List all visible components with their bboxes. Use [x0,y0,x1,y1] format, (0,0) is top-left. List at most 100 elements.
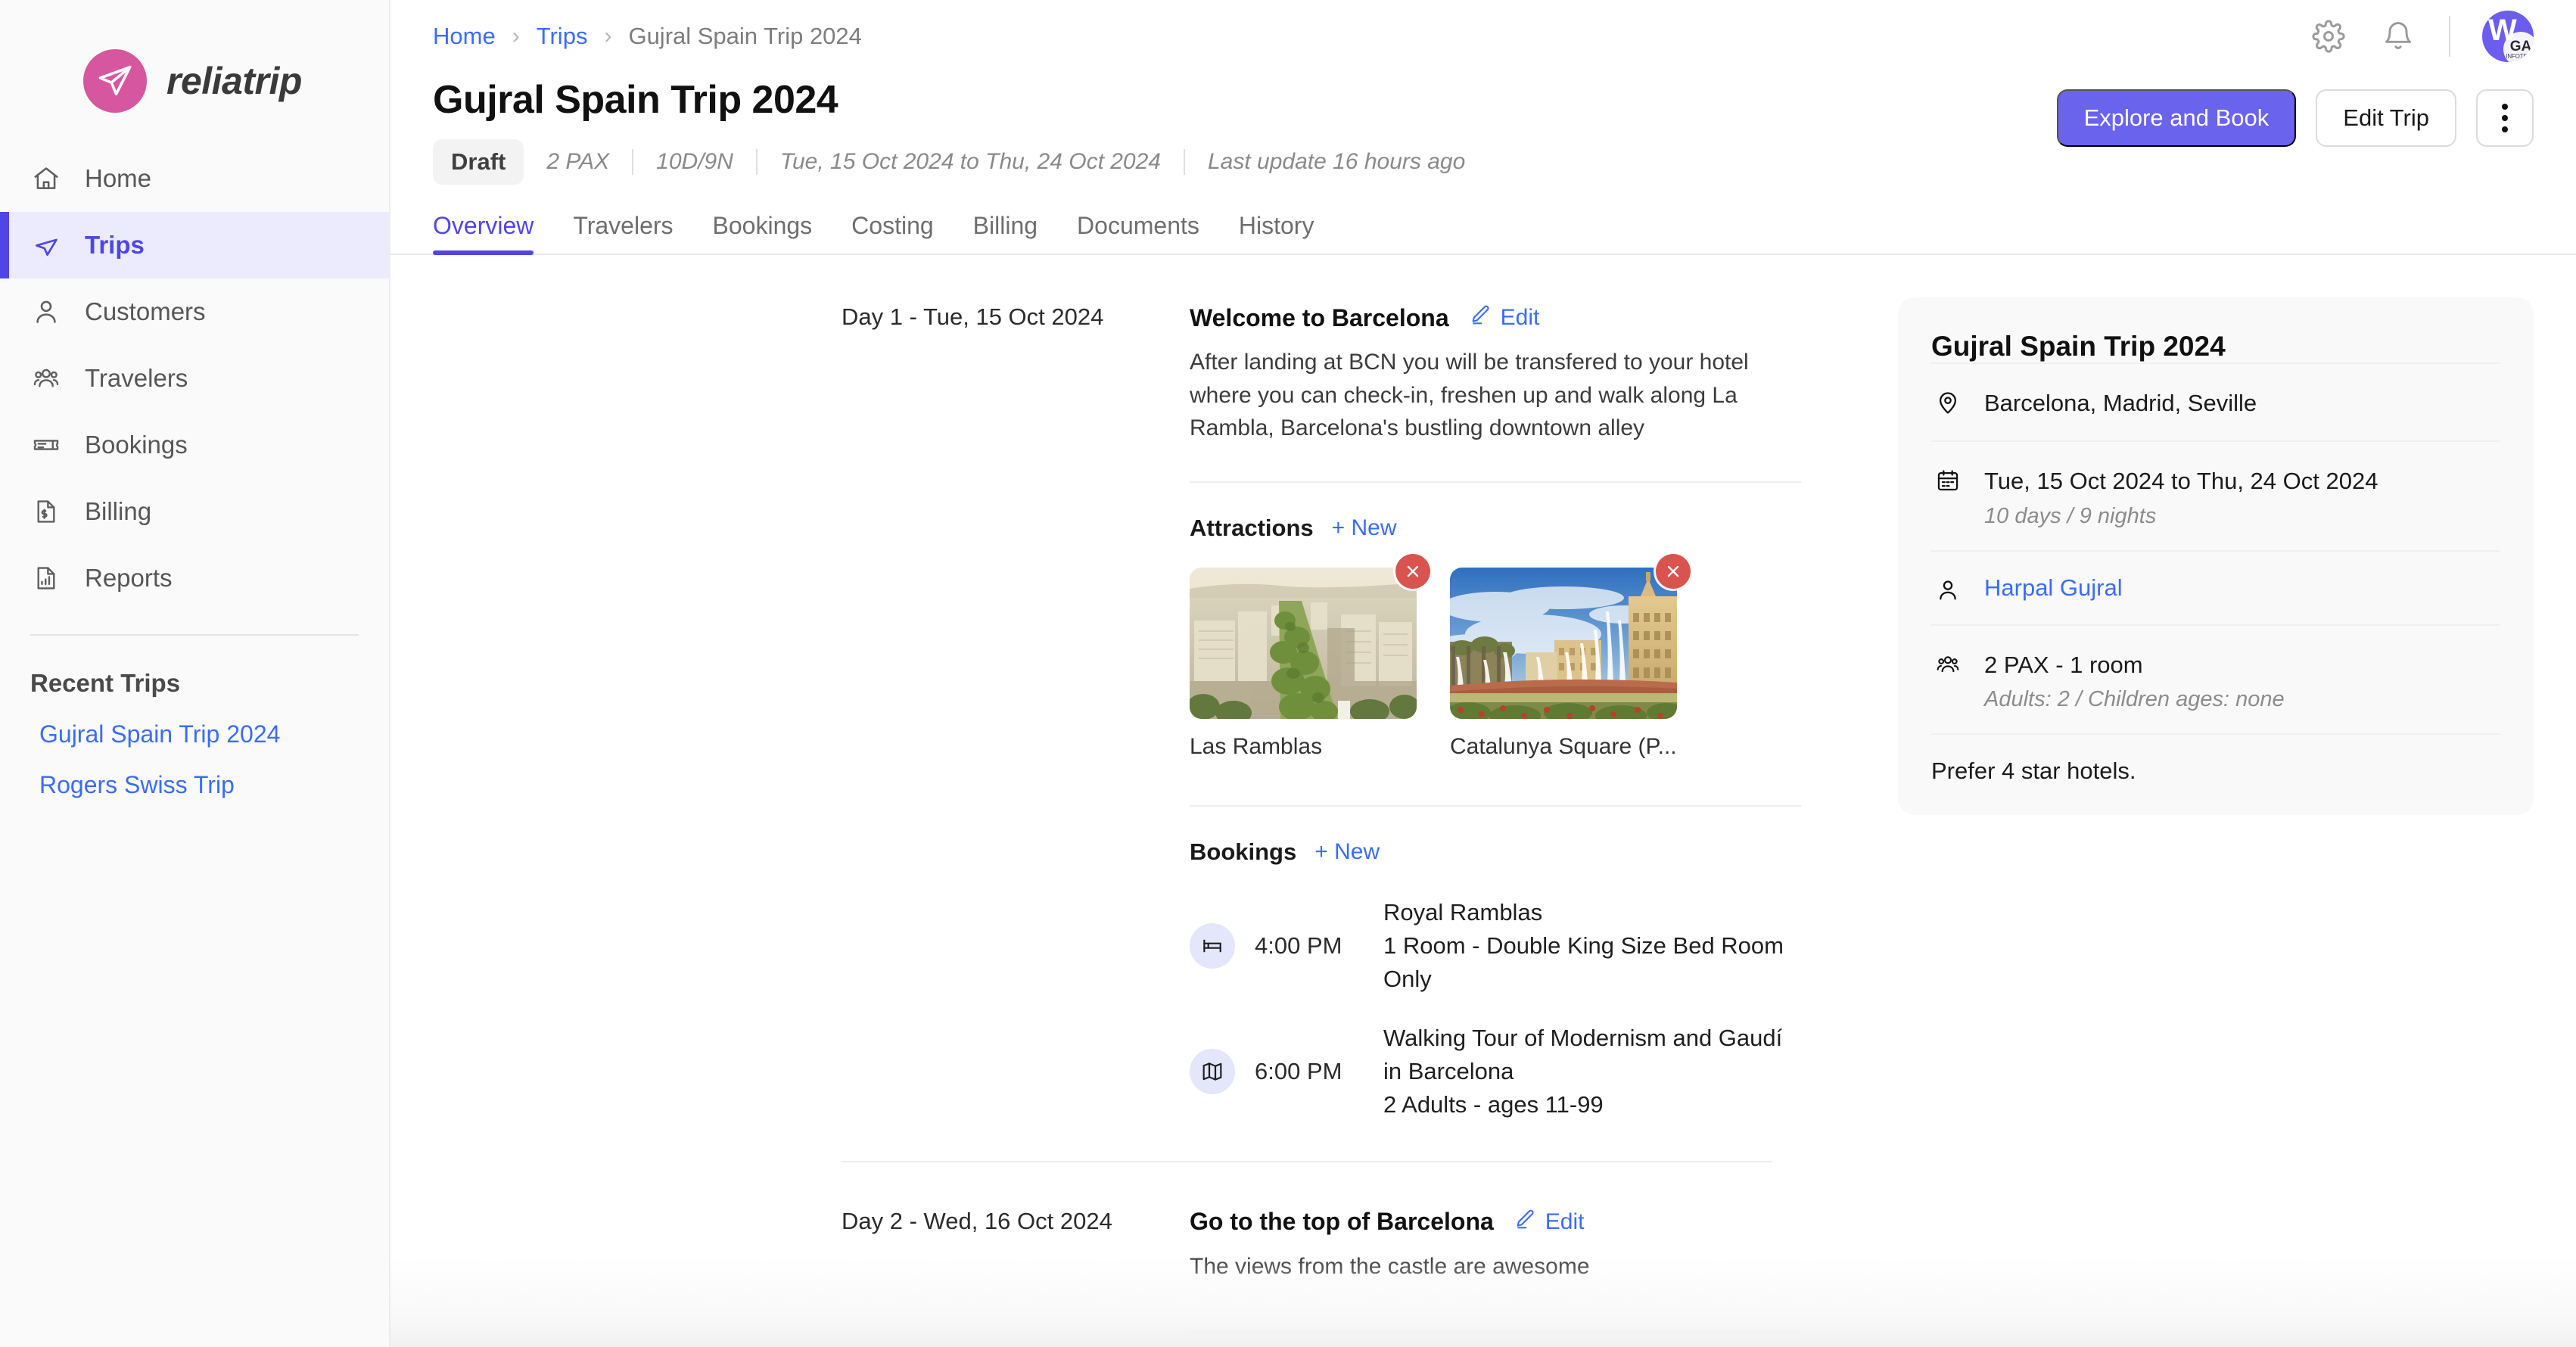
itinerary-day-1: Day 1 - Tue, 15 Oct 2024 Welcome to Barc… [390,303,1856,1121]
edit-day-link[interactable]: Edit [1469,303,1540,332]
breadcrumb-home[interactable]: Home [433,23,496,50]
home-icon [30,163,62,194]
tab-travelers[interactable]: Travelers [553,212,692,254]
users-group-icon [30,362,62,394]
recent-trip-gujral-spain[interactable]: Gujral Spain Trip 2024 [0,698,389,748]
summary-pax: 2 PAX - 1 room [1984,651,2143,678]
sidebar-item-label: Trips [85,231,145,259]
booking-time: 4:00 PM [1255,932,1342,959]
map-icon [1190,1048,1235,1094]
user-icon [1931,574,1965,603]
booking-details: Royal Ramblas 1 Room - Double King Size … [1383,896,1801,996]
page-header: Gujral Spain Trip 2024 Draft 2 PAX 10D/9… [390,73,2576,185]
summary-pax-row: 2 PAX - 1 room Adults: 2 / Children ages… [1931,624,2500,733]
edit-day-link[interactable]: Edit [1514,1208,1585,1237]
summary-duration: 10 days / 9 nights [1984,503,2157,528]
booking-subtitle: 1 Room - Double King Size Bed Room Only [1383,932,1784,992]
sidebar-item-bookings[interactable]: Bookings [0,412,389,478]
sidebar-item-travelers[interactable]: Travelers [0,345,389,412]
day-title: Welcome to Barcelona [1190,303,1449,331]
header-actions: Explore and Book Edit Trip [2056,89,2534,147]
gear-icon[interactable] [2310,17,2347,55]
topbar-actions: W GA INFOTECH [2310,11,2534,62]
sidebar-item-reports[interactable]: Reports [0,545,389,611]
summary-dates-block: Tue, 15 Oct 2024 to Thu, 24 Oct 2024 10 … [1984,465,2378,528]
summary-destinations: Barcelona, Madrid, Seville [1984,390,2257,416]
recent-trip-rogers-swiss[interactable]: Rogers Swiss Trip [0,748,389,799]
overview-content: Day 1 - Tue, 15 Oct 2024 Welcome to Barc… [390,255,2576,1333]
sidebar-item-label: Travelers [85,364,188,392]
more-options-button[interactable] [2476,89,2534,147]
avatar-org-badge: GA INFOTECH [2503,32,2534,62]
sidebar-item-label: Reports [85,564,173,592]
status-badge: Draft [433,139,524,185]
meta-duration: 10D/9N [632,149,756,175]
breadcrumb-trips[interactable]: Trips [537,23,588,50]
bookings-label: Bookings [1190,838,1297,865]
add-attraction-link[interactable]: + New [1332,515,1397,541]
booking-row[interactable]: 4:00 PM Royal Ramblas 1 Room - Double Ki… [1190,896,1801,996]
avatar[interactable]: W GA INFOTECH [2482,11,2534,62]
sidebar-item-billing[interactable]: Billing [0,478,389,545]
tab-overview[interactable]: Overview [433,212,553,255]
attraction-cards: Las Ramblas Catalunya Square (P... [1190,553,1801,760]
remove-attraction-button[interactable] [1395,553,1430,589]
attractions-label: Attractions [1190,514,1314,541]
document-dollar-icon [30,496,62,527]
sidebar-item-label: Billing [85,497,152,525]
tab-history[interactable]: History [1219,212,1334,254]
bookings-list: 4:00 PM Royal Ramblas 1 Room - Double Ki… [1190,896,1801,1121]
topbar: Home › Trips › Gujral Spain Trip 2024 W … [390,0,2576,73]
day-description: After landing at BCN you will be transfe… [1190,350,1749,440]
sidebar-item-customers[interactable]: Customers [0,278,389,345]
booking-title: Walking Tour of Modernism and Gaudí in B… [1383,1024,1783,1084]
summary-note: Prefer 4 star hotels. [1931,733,2500,785]
attractions-header: Attractions + New [1190,515,1801,542]
bookings-header: Bookings + New [1190,838,1801,866]
sidebar-item-label: Bookings [85,431,188,459]
bell-icon[interactable] [2379,17,2417,55]
summary-destinations-row: Barcelona, Madrid, Seville [1931,362,2500,440]
avatar-badge-initials: GA [2509,38,2532,54]
trip-summary-panel: Gujral Spain Trip 2024 Barcelona, Madrid… [1856,255,2576,1317]
edit-label: Edit [1500,305,1540,330]
summary-customer-link[interactable]: Harpal Gujral [1984,574,2123,602]
tab-costing[interactable]: Costing [832,212,954,254]
pencil-icon [1469,303,1492,332]
booking-title: Royal Ramblas [1383,898,1543,925]
tab-documents[interactable]: Documents [1057,212,1219,254]
summary-pax-detail: Adults: 2 / Children ages: none [1984,687,2285,712]
itinerary-day-2: Day 2 - Wed, 16 Oct 2024 Go to the top o… [390,1208,1856,1333]
attraction-card[interactable]: Catalunya Square (P... [1450,553,1691,760]
summary-dates: Tue, 15 Oct 2024 to Thu, 24 Oct 2024 [1984,468,2378,495]
recent-trips-heading: Recent Trips [30,669,181,697]
attraction-name: Catalunya Square (P... [1450,733,1677,759]
main-content: Home › Trips › Gujral Spain Trip 2024 W … [390,0,2576,1347]
ticket-icon [30,429,62,461]
edit-label: Edit [1545,1209,1585,1234]
attraction-card[interactable]: Las Ramblas [1190,553,1430,760]
day-title-row: Welcome to Barcelona Edit [1190,303,1801,332]
explore-and-book-button[interactable]: Explore and Book [2056,89,2297,147]
summary-dates-row: Tue, 15 Oct 2024 to Thu, 24 Oct 2024 10 … [1931,440,2500,549]
edit-trip-button[interactable]: Edit Trip [2316,89,2456,147]
las-ramblas-aerial-photo [1190,567,1417,719]
booking-subtitle: 2 Adults - ages 11-99 [1383,1090,1604,1118]
chevron-right-icon: › [512,23,520,48]
catalunya-square-fountain-photo [1450,567,1677,719]
day-body: Welcome to Barcelona Edit After landing … [1190,303,1801,1121]
bed-icon [1190,922,1235,969]
sidebar-item-trips[interactable]: Trips [0,212,389,278]
itinerary-list: Day 1 - Tue, 15 Oct 2024 Welcome to Barc… [390,255,1856,1333]
brand-logo[interactable]: reliatrip [0,0,389,129]
booking-row[interactable]: 6:00 PM Walking Tour of Modernism and Ga… [1190,1022,1801,1121]
pencil-icon [1514,1208,1536,1237]
tab-billing[interactable]: Billing [954,212,1057,254]
tab-bookings[interactable]: Bookings [693,212,832,254]
remove-attraction-button[interactable] [1656,553,1691,589]
sidebar-item-home[interactable]: Home [0,145,389,212]
summary-customer-row: Harpal Gujral [1931,549,2500,624]
kebab-menu-icon [2502,104,2508,132]
add-booking-link[interactable]: + New [1314,839,1380,865]
booking-details: Walking Tour of Modernism and Gaudí in B… [1383,1022,1801,1121]
